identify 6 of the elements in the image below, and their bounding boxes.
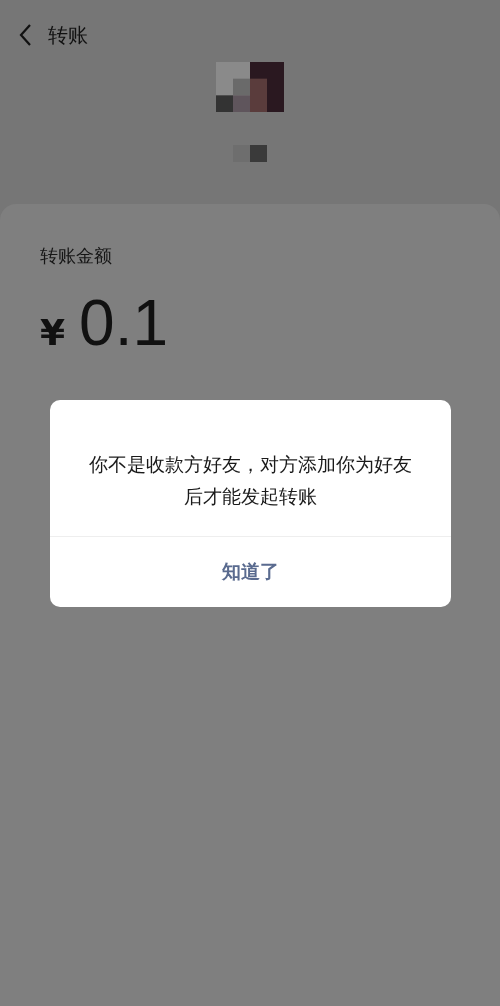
page-title: 转账 [48,21,88,49]
dialog-message: 你不是收款方好友，对方添加你为好友后才能发起转账 [88,452,413,509]
amount-label: 转账金额 [40,244,113,268]
amount-value: 0.1 [79,286,169,360]
ok-button[interactable]: 知道了 [50,537,451,607]
currency-symbol: ¥ [40,312,66,353]
